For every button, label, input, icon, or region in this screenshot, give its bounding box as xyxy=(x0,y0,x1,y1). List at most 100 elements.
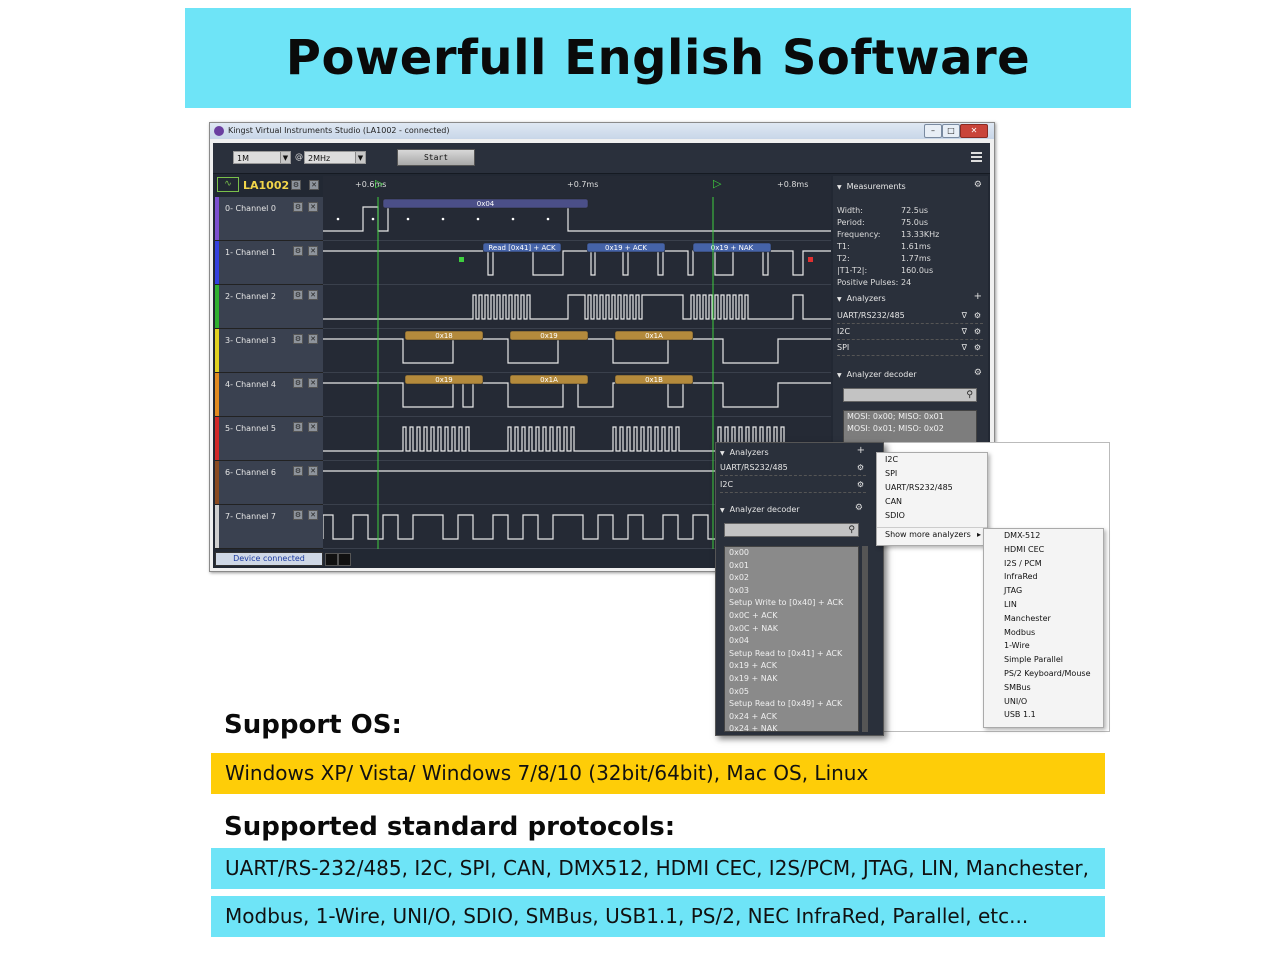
channel-row[interactable]: 5- Channel 5 ⚙ ✕ xyxy=(215,417,323,461)
channel-row[interactable]: 4- Channel 4 ⚙ ✕ xyxy=(215,373,323,417)
add-analyzer-icon[interactable]: + xyxy=(974,291,982,302)
overlay-scrollbar[interactable] xyxy=(862,546,868,732)
gear-icon[interactable]: ⚙ xyxy=(974,327,981,336)
decoder-list-item[interactable]: Setup Read to [0x49] + ACK xyxy=(725,698,858,711)
device-close-button[interactable]: ✕ xyxy=(309,180,319,190)
channel-settings-button[interactable]: ⚙ xyxy=(293,466,303,476)
analyzer-row[interactable]: SPI ∇ ⚙ xyxy=(837,343,983,356)
overlay-search-input[interactable]: ⚲ xyxy=(724,523,859,537)
submenu-item[interactable]: USB 1.1 xyxy=(984,708,1103,722)
channel-settings-button[interactable]: ⚙ xyxy=(293,202,303,212)
decoder-list-item[interactable]: 0x03 xyxy=(725,585,858,598)
decoder-list-item[interactable]: 0x02 xyxy=(725,572,858,585)
decoder-row[interactable]: MOSI: 0x00; MISO: 0x01 xyxy=(844,411,976,423)
channel-row[interactable]: 7- Channel 7 ⚙ ✕ xyxy=(215,505,323,549)
submenu-item[interactable]: Modbus xyxy=(984,626,1103,640)
decoder-list-item[interactable]: 0x19 + ACK xyxy=(725,660,858,673)
decoder-list-item[interactable]: 0x04 xyxy=(725,635,858,648)
decoder-settings-icon[interactable]: ⚙ xyxy=(974,368,982,378)
filter-icon[interactable]: ∇ xyxy=(962,343,967,352)
channel-settings-button[interactable]: ⚙ xyxy=(293,334,303,344)
gear-icon[interactable]: ⚙ xyxy=(974,343,981,352)
overlay-analyzer-row[interactable]: I2C ⚙ xyxy=(720,480,866,493)
channel-close-button[interactable]: ✕ xyxy=(308,378,318,388)
submenu-item[interactable]: InfraRed xyxy=(984,570,1103,584)
submenu-item[interactable]: Manchester xyxy=(984,612,1103,626)
filter-icon[interactable]: ∇ xyxy=(962,311,967,320)
rate-select[interactable]: 2MHz ▼ xyxy=(304,151,366,164)
analyzer-row[interactable]: UART/RS232/485 ∇ ⚙ xyxy=(837,311,983,324)
gear-icon[interactable]: ⚙ xyxy=(857,463,864,472)
menu-item[interactable]: I2C xyxy=(877,453,987,467)
gear-icon[interactable]: ⚙ xyxy=(974,311,981,320)
samples-select[interactable]: 1M ▼ xyxy=(233,151,291,164)
decoder-search-input[interactable]: ⚲ xyxy=(843,388,977,402)
overlay-decoder-settings-icon[interactable]: ⚙ xyxy=(855,503,863,513)
decoder-list-item[interactable]: Setup Read to [0x41] + ACK xyxy=(725,648,858,661)
submenu-item[interactable]: LIN xyxy=(984,598,1103,612)
measurements-settings-icon[interactable]: ⚙ xyxy=(974,180,982,190)
filter-icon[interactable]: ∇ xyxy=(962,327,967,336)
overlay-analyzers-title[interactable]: Analyzers xyxy=(720,448,769,457)
submenu-item[interactable]: I2S / PCM xyxy=(984,557,1103,571)
maximize-button[interactable]: □ xyxy=(942,124,960,138)
close-button[interactable]: ✕ xyxy=(960,124,988,138)
channel-row[interactable]: 2- Channel 2 ⚙ ✕ xyxy=(215,285,323,329)
submenu-item[interactable]: HDMI CEC xyxy=(984,543,1103,557)
decoder-list-item[interactable]: 0x0C + NAK xyxy=(725,623,858,636)
overlay-decoder-title[interactable]: Analyzer decoder xyxy=(720,505,800,514)
channel-close-button[interactable]: ✕ xyxy=(308,466,318,476)
channel-close-button[interactable]: ✕ xyxy=(308,246,318,256)
overlay-add-analyzer-icon[interactable]: + xyxy=(857,445,865,456)
device-settings-button[interactable]: ⚙ xyxy=(291,180,301,190)
decoder-title[interactable]: Analyzer decoder xyxy=(837,370,917,379)
decoder-list-item[interactable]: Setup Write to [0x40] + ACK xyxy=(725,597,858,610)
submenu-item[interactable]: Simple Parallel xyxy=(984,653,1103,667)
submenu-item[interactable]: JTAG xyxy=(984,584,1103,598)
decoder-list-item[interactable]: 0x0C + ACK xyxy=(725,610,858,623)
channel-settings-button[interactable]: ⚙ xyxy=(293,246,303,256)
submenu-item[interactable]: UNI/O xyxy=(984,695,1103,709)
channel-close-button[interactable]: ✕ xyxy=(308,334,318,344)
channel-row[interactable]: 0- Channel 0 ⚙ ✕ xyxy=(215,197,323,241)
channel-settings-button[interactable]: ⚙ xyxy=(293,422,303,432)
hamburger-menu-icon[interactable] xyxy=(971,152,982,162)
submenu-item[interactable]: SMBus xyxy=(984,681,1103,695)
scroll-right-button[interactable] xyxy=(338,553,351,566)
gear-icon[interactable]: ⚙ xyxy=(857,480,864,489)
channel-settings-button[interactable]: ⚙ xyxy=(293,510,303,520)
analyzer-row[interactable]: I2C ∇ ⚙ xyxy=(837,327,983,340)
channel-close-button[interactable]: ✕ xyxy=(308,202,318,212)
start-button[interactable]: Start xyxy=(397,149,475,166)
decoder-list-item[interactable]: 0x19 + NAK xyxy=(725,673,858,686)
decoder-list-item[interactable]: 0x24 + ACK xyxy=(725,711,858,724)
marker-2-flag-icon[interactable]: ▷ xyxy=(713,177,721,190)
menu-item[interactable]: SPI xyxy=(877,467,987,481)
channel-settings-button[interactable]: ⚙ xyxy=(293,290,303,300)
overlay-analyzer-row[interactable]: UART/RS232/485 ⚙ xyxy=(720,463,866,476)
minimize-button[interactable]: – xyxy=(924,124,942,138)
decoder-list-item[interactable]: 0x01 xyxy=(725,560,858,573)
measurements-title[interactable]: Measurements xyxy=(837,182,906,191)
decoder-row[interactable]: MOSI: 0x01; MISO: 0x02 xyxy=(844,423,976,435)
submenu-item[interactable]: DMX-512 xyxy=(984,529,1103,543)
channel-row[interactable]: 6- Channel 6 ⚙ ✕ xyxy=(215,461,323,505)
scroll-left-button[interactable] xyxy=(325,553,338,566)
menu-item[interactable]: SDIO xyxy=(877,509,987,523)
analyzers-title[interactable]: Analyzers xyxy=(837,294,886,303)
menu-item[interactable]: UART/RS232/485 xyxy=(877,481,987,495)
marker-1-flag-icon[interactable]: ▷ xyxy=(375,177,383,190)
decoder-list-item[interactable]: 0x24 + NAK xyxy=(725,723,858,731)
submenu-item[interactable]: PS/2 Keyboard/Mouse xyxy=(984,667,1103,681)
menu-item[interactable]: CAN xyxy=(877,495,987,509)
menu-item[interactable]: Show more analyzers ▸ xyxy=(877,527,987,542)
channel-close-button[interactable]: ✕ xyxy=(308,290,318,300)
decoder-list-item[interactable]: 0x05 xyxy=(725,686,858,699)
channel-close-button[interactable]: ✕ xyxy=(308,422,318,432)
channel-row[interactable]: 3- Channel 3 ⚙ ✕ xyxy=(215,329,323,373)
submenu-item[interactable]: 1-Wire xyxy=(984,639,1103,653)
decoder-list-item[interactable]: 0x00 xyxy=(725,547,858,560)
channel-row[interactable]: 1- Channel 1 ⚙ ✕ xyxy=(215,241,323,285)
channel-settings-button[interactable]: ⚙ xyxy=(293,378,303,388)
channel-close-button[interactable]: ✕ xyxy=(308,510,318,520)
